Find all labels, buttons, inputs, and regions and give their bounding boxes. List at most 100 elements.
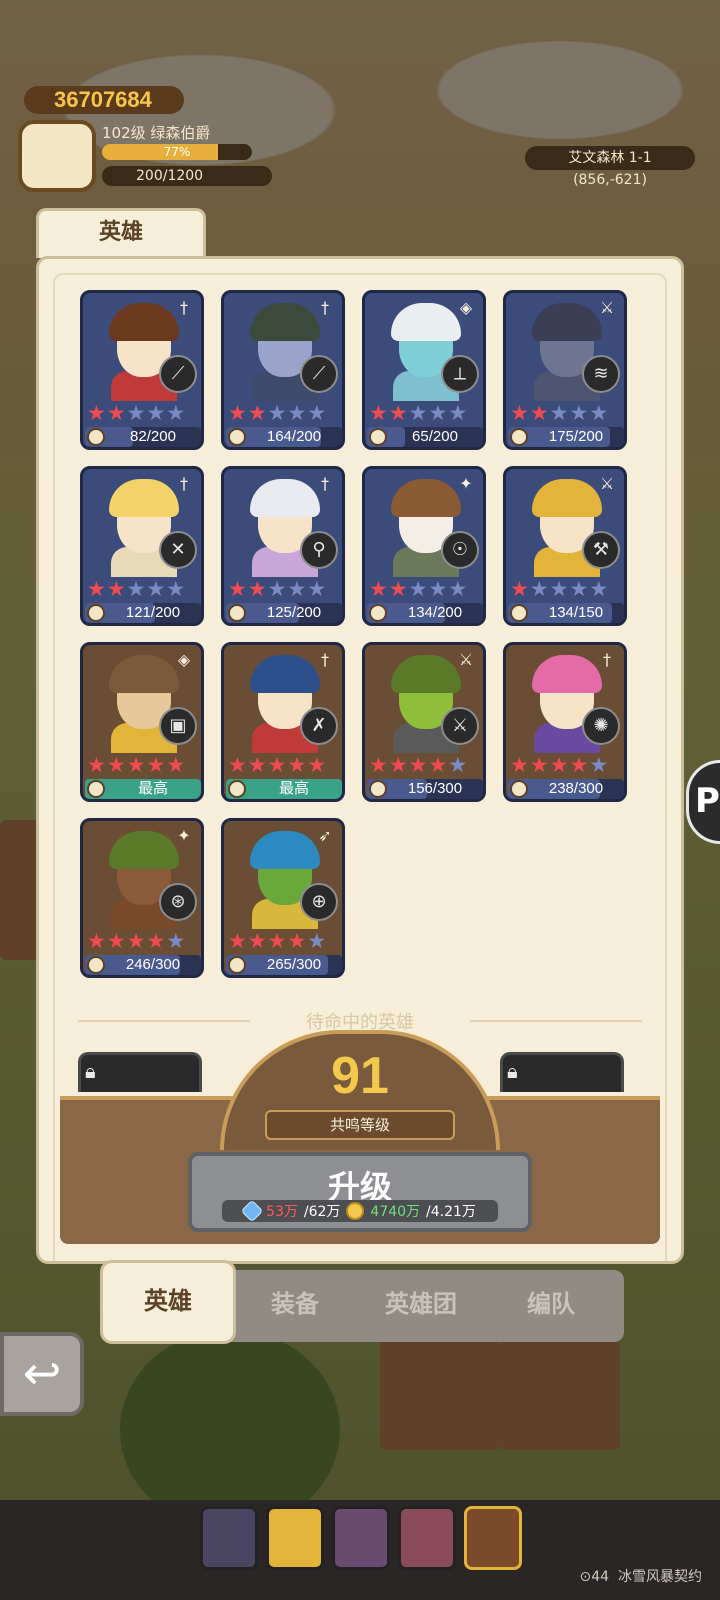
star-filled-icon: ★: [388, 577, 408, 601]
hero-hair: [250, 479, 320, 517]
shard-progress-bar: 265/300: [226, 955, 342, 975]
star-filled-icon: ★: [228, 401, 247, 425]
location-coords: (856,-621): [573, 172, 647, 188]
hero-card[interactable]: † ⚲ ★ ★ ★ ★ ★ 125/200: [221, 466, 345, 626]
tab-equipment[interactable]: 装备: [240, 1284, 350, 1319]
dagger-weapon-icon: ⟋: [300, 355, 338, 393]
star-empty-icon: ★: [529, 577, 549, 601]
power-value: 44: [591, 1569, 610, 1585]
star-filled-icon: ★: [569, 753, 589, 777]
shard-icon: [369, 604, 387, 622]
shield-class-icon: ◈: [177, 650, 191, 669]
cannon-weapon-icon: ⊛: [159, 883, 197, 921]
player-level-name: 102级 绿森伯爵: [102, 124, 211, 142]
hero-slot[interactable]: [464, 1506, 522, 1570]
bow-class-icon: ➶: [318, 826, 332, 845]
xp-percent: 77%: [163, 145, 191, 159]
hero-hair: [532, 303, 602, 341]
shard-icon: [228, 428, 246, 446]
hero-card[interactable]: † ✺ ★ ★ ★ ★ ★ 238/300: [503, 642, 627, 802]
hero-hair: [391, 303, 461, 341]
hero-card[interactable]: † ⟋ ★ ★ ★ ★ ★ 82/200: [80, 290, 204, 450]
star-filled-icon: ★: [247, 753, 267, 777]
hero-card[interactable]: ⚔ ≋ ★ ★ ★ ★ ★ 175/200: [503, 290, 627, 450]
shard-progress-bar: 164/200: [226, 427, 342, 447]
star-filled-icon: ★: [369, 401, 388, 425]
star-empty-icon: ★: [408, 401, 428, 425]
star-empty-icon: ★: [287, 577, 307, 601]
locked-hero-card[interactable]: 🔒︎: [500, 1052, 624, 1092]
shard-icon: [510, 428, 528, 446]
sword-class-icon: †: [321, 298, 329, 317]
barrel-weapon-icon: ▣: [159, 707, 197, 745]
shard-progress-bar: 175/200: [508, 427, 624, 447]
hero-slot[interactable]: [266, 1506, 324, 1570]
star-filled-icon: ★: [287, 929, 307, 953]
hero-card[interactable]: ◈ ⟂ ★ ★ ★ ★ ★ 65/200: [362, 290, 486, 450]
shard-icon: [228, 956, 246, 974]
hero-card[interactable]: † ⟋ ★ ★ ★ ★ ★ 164/200: [221, 290, 345, 450]
magic-class-icon: ✦: [177, 826, 191, 845]
back-arrow-icon[interactable]: ↩: [0, 1332, 84, 1416]
magic-class-icon: ✦: [459, 474, 473, 493]
hero-hair: [109, 303, 179, 341]
hero-slot[interactable]: [398, 1506, 456, 1570]
star-filled-icon: ★: [510, 753, 529, 777]
star-rating: ★ ★ ★ ★ ★: [226, 753, 342, 777]
hero-card[interactable]: ✦ ⊛ ★ ★ ★ ★ ★ 246/300: [80, 818, 204, 978]
staff-weapon-icon: ☉: [441, 531, 479, 569]
locked-hero-card[interactable]: 🔒︎: [78, 1052, 202, 1092]
star-empty-icon: ★: [569, 401, 589, 425]
hero-slot[interactable]: [332, 1506, 390, 1570]
star-filled-icon: ★: [369, 753, 388, 777]
shard-progress-text: 最高: [137, 780, 168, 797]
shard-progress-bar: 238/300: [508, 779, 624, 799]
crossed-swords-weapon-icon: ✕: [159, 531, 197, 569]
axe-class-icon: ⚔: [458, 650, 474, 669]
hero-hair: [532, 655, 602, 693]
hero-card[interactable]: † ✗ ★ ★ ★ ★ ★ 最高: [221, 642, 345, 802]
hero-card[interactable]: ◈ ▣ ★ ★ ★ ★ ★ 最高: [80, 642, 204, 802]
upgrade-button[interactable]: 升级 53万/62万 4740万/4.21万: [188, 1152, 532, 1232]
star-rating: ★ ★ ★ ★ ★: [367, 753, 483, 777]
shard-progress-text: 164/200: [266, 428, 322, 445]
hero-card[interactable]: ⚔ ⚔ ★ ★ ★ ★ ★ 156/300: [362, 642, 486, 802]
star-empty-icon: ★: [448, 401, 468, 425]
star-rating: ★ ★ ★ ★ ★: [226, 577, 342, 601]
hero-card[interactable]: ⚔ ⚒ ★ ★ ★ ★ ★ 134/150: [503, 466, 627, 626]
shard-icon: [369, 428, 387, 446]
tab-heroes[interactable]: 英雄: [100, 1260, 236, 1344]
shard-icon: [510, 780, 528, 798]
star-empty-icon: ★: [307, 577, 327, 601]
hero-card[interactable]: † ✕ ★ ★ ★ ★ ★ 121/200: [80, 466, 204, 626]
star-filled-icon: ★: [106, 929, 126, 953]
hero-card[interactable]: ✦ ☉ ★ ★ ★ ★ ★ 134/200: [362, 466, 486, 626]
star-filled-icon: ★: [228, 929, 247, 953]
claw-weapon-icon: ≋: [582, 355, 620, 393]
avatar[interactable]: [18, 120, 96, 192]
hero-slot[interactable]: [200, 1506, 258, 1570]
hero-card[interactable]: ➶ ⊕ ★ ★ ★ ★ ★ 265/300: [221, 818, 345, 978]
star-filled-icon: ★: [106, 753, 126, 777]
sword-class-icon: †: [180, 474, 188, 493]
shard-progress-bar: 最高: [85, 779, 201, 799]
tab-formation[interactable]: 编队: [496, 1284, 606, 1319]
gold-counter: 36707684: [24, 86, 184, 114]
star-filled-icon: ★: [408, 753, 428, 777]
shield-class-icon: ◈: [459, 298, 473, 317]
star-empty-icon: ★: [448, 753, 468, 777]
star-empty-icon: ★: [549, 577, 569, 601]
star-filled-icon: ★: [529, 753, 549, 777]
star-rating: ★ ★ ★ ★ ★: [226, 929, 342, 953]
hero-hair: [391, 655, 461, 693]
gem-icon: [240, 1199, 264, 1223]
axe-class-icon: ⚔: [599, 298, 615, 317]
star-empty-icon: ★: [267, 577, 287, 601]
hammer-weapon-icon: ⚒: [582, 531, 620, 569]
star-filled-icon: ★: [388, 753, 408, 777]
star-filled-icon: ★: [228, 577, 247, 601]
hero-hair: [109, 479, 179, 517]
star-empty-icon: ★: [126, 401, 146, 425]
star-rating: ★ ★ ★ ★ ★: [508, 577, 624, 601]
tab-hero-team[interactable]: 英雄团: [366, 1284, 476, 1319]
